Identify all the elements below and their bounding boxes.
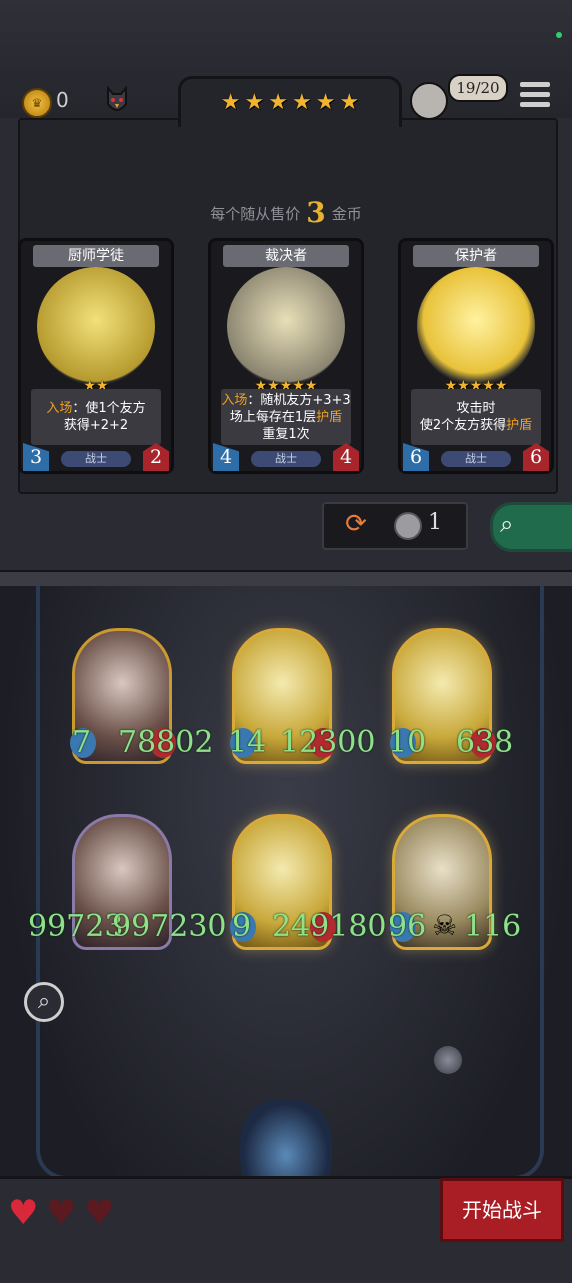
- card-description: 攻击时 使2个友方获得护盾: [411, 389, 541, 445]
- lives-badge: 19/20: [448, 74, 508, 102]
- skull-icon: ☠: [432, 909, 458, 942]
- inspect-magnifier-icon[interactable]: ⌕: [24, 982, 64, 1022]
- unit-attack: 96: [388, 909, 427, 944]
- heart-icon-empty: ♥: [84, 1193, 115, 1233]
- card-portrait: [417, 267, 535, 385]
- card-health: 6: [523, 443, 549, 471]
- card-description: 入场：使1个友方 获得+2+2: [31, 389, 161, 445]
- unit-attack: 7: [72, 725, 92, 760]
- crow-icon: [107, 85, 127, 111]
- heart-icon-full: ♥: [8, 1193, 39, 1233]
- unit-attack: 14: [228, 725, 267, 760]
- card-health: 4: [333, 443, 359, 471]
- card-attack: 3: [23, 443, 49, 471]
- silver-coin-icon: [394, 512, 422, 540]
- card-tribe: 战士: [61, 451, 131, 467]
- unit-health: 997230: [112, 909, 227, 944]
- bubble-orb: [434, 1046, 462, 1074]
- unit-health: 249180: [272, 909, 387, 944]
- unit-health: 78802: [118, 725, 214, 760]
- unit-attack: 10: [388, 725, 427, 760]
- star-icon: ★: [268, 90, 288, 115]
- menu-icon[interactable]: [520, 82, 550, 110]
- shop-card-judge[interactable]: 裁决者 ★★★★★ 入场：随机友方+3+3 场上每存在1层护盾 重复1次 战士 …: [208, 238, 364, 474]
- sell-suffix: 金币: [331, 205, 362, 223]
- star-icon: ★: [315, 90, 336, 115]
- search-icon: ⌕: [500, 510, 514, 538]
- star-icon: ★: [220, 90, 241, 115]
- start-battle-button[interactable]: 开始战斗: [440, 1178, 564, 1242]
- card-portrait: [37, 267, 155, 385]
- card-name: 裁决者: [223, 245, 349, 267]
- card-attack: 4: [213, 443, 239, 471]
- star-icon: ★: [244, 90, 265, 115]
- status-dot: [556, 32, 562, 38]
- refresh-icon: ⟳: [345, 509, 367, 539]
- unit-attack: 99723: [28, 909, 124, 944]
- card-tribe: 战士: [441, 451, 511, 467]
- shop-card-apprentice-chef[interactable]: 厨师学徒 ★★ 入场：使1个友方 获得+2+2 战士 3 2: [18, 238, 174, 474]
- player-avatar[interactable]: [410, 82, 448, 120]
- card-tribe: 战士: [251, 451, 321, 467]
- sell-price-info: 每个随从售价 3 金币: [0, 196, 572, 229]
- card-name: 保护者: [413, 245, 539, 267]
- star-icon: ★: [292, 90, 312, 115]
- card-name: 厨师学徒: [33, 245, 159, 267]
- gold-coin-icon: ♛: [22, 88, 52, 118]
- card-attack: 6: [403, 443, 429, 471]
- unit-health: 116: [464, 909, 522, 944]
- star-icon: ★: [339, 90, 360, 115]
- unit-health: 638: [456, 725, 514, 760]
- card-description: 入场：随机友方+3+3 场上每存在1层护盾 重复1次: [221, 389, 351, 445]
- refresh-cost: 1: [428, 510, 442, 535]
- heart-icon-empty: ♥: [46, 1193, 77, 1233]
- card-portrait: [227, 267, 345, 385]
- tavern-tier-stars: ★ ★ ★ ★ ★ ★: [178, 76, 402, 127]
- shop-card-protector[interactable]: 保护者 ★★★★★ 攻击时 使2个友方获得护盾 战士 6 6: [398, 238, 554, 474]
- sell-prefix: 每个随从售价: [210, 205, 301, 223]
- unit-attack: 9: [232, 909, 252, 944]
- card-health: 2: [143, 443, 169, 471]
- unit-health: 12300: [280, 725, 376, 760]
- gold-count: 0: [56, 88, 69, 112]
- sell-price: 3: [306, 196, 326, 229]
